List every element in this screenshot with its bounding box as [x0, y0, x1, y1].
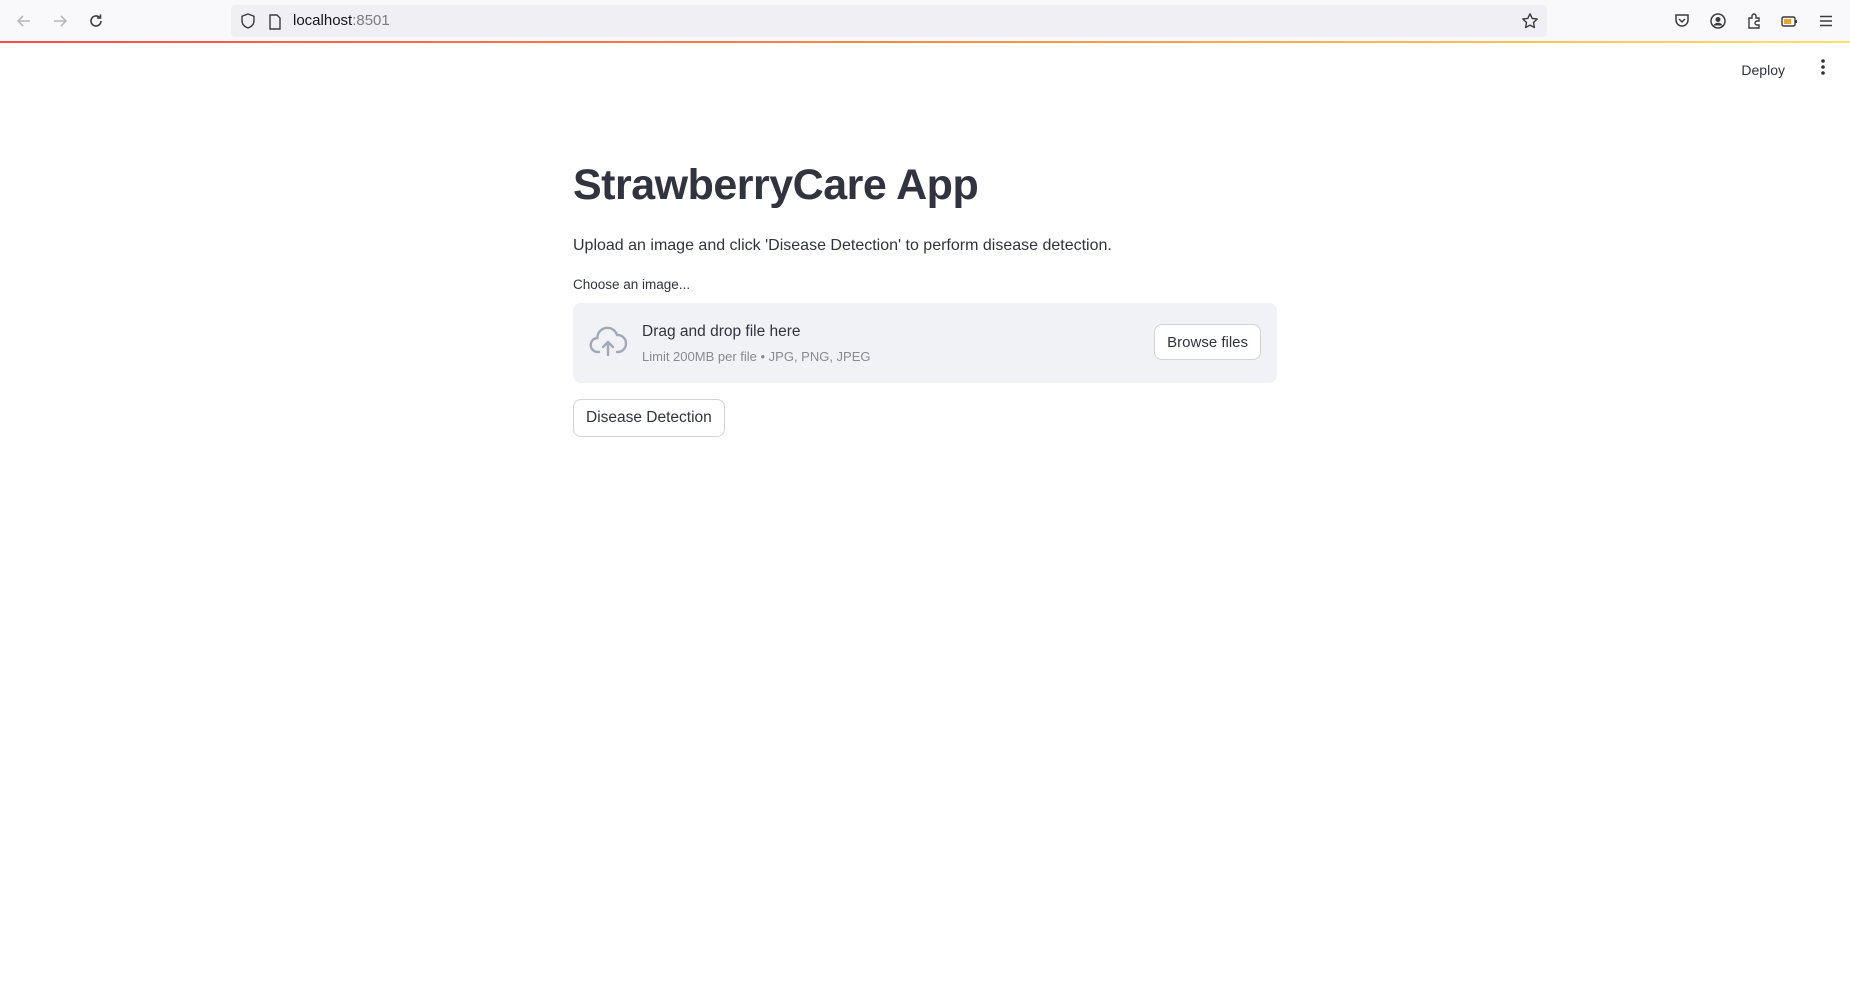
arrow-left-icon	[16, 15, 30, 27]
account-icon[interactable]	[1706, 9, 1730, 33]
back-button[interactable]	[11, 8, 37, 34]
file-dropzone[interactable]: Drag and drop file here Limit 200MB per …	[573, 303, 1277, 383]
browse-files-button[interactable]: Browse files	[1154, 324, 1261, 360]
pocket-icon[interactable]	[1670, 9, 1694, 33]
disease-detection-button[interactable]: Disease Detection	[573, 399, 725, 437]
page-icon[interactable]	[267, 13, 283, 36]
shield-icon[interactable]	[239, 12, 257, 35]
url-bar[interactable]: localhost:8501	[231, 5, 1547, 37]
page-title: StrawberryCare App	[573, 161, 979, 209]
uploader-label: Choose an image...	[573, 277, 691, 292]
browser-toolbar: localhost:8501	[0, 0, 1850, 42]
reload-button[interactable]	[83, 8, 109, 34]
cloud-upload-icon	[588, 324, 628, 365]
extension-badge-icon[interactable]	[1778, 9, 1802, 33]
bookmark-star-icon[interactable]	[1521, 12, 1539, 35]
reload-icon	[90, 14, 102, 27]
deploy-button[interactable]: Deploy	[1733, 56, 1793, 84]
browser-menu-icon[interactable]	[1814, 9, 1838, 33]
more-menu-icon[interactable]	[1813, 57, 1833, 77]
url-host: localhost	[293, 12, 353, 29]
header-decoration-line	[0, 41, 1850, 43]
intro-text: Upload an image and click 'Disease Detec…	[573, 237, 1112, 254]
extensions-icon[interactable]	[1742, 9, 1766, 33]
main-content: StrawberryCare App Upload an image and c…	[573, 150, 1277, 437]
arrow-right-icon	[54, 15, 68, 27]
forward-button[interactable]	[47, 8, 73, 34]
url-port: :8501	[352, 12, 390, 29]
dropzone-limit-text: Limit 200MB per file • JPG, PNG, JPEG	[642, 349, 871, 364]
dropzone-title: Drag and drop file here	[642, 323, 801, 340]
url-text[interactable]: localhost:8501	[293, 12, 390, 30]
